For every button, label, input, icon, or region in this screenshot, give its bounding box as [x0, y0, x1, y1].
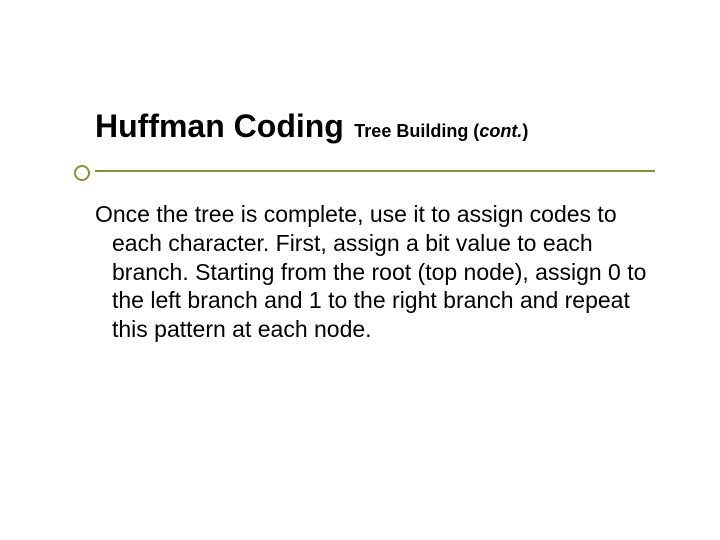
- body-paragraph: Once the tree is complete, use it to ass…: [95, 200, 662, 344]
- title-subtitle: Tree Building (: [354, 121, 479, 141]
- slide: Huffman Coding Tree Building (cont.) Onc…: [0, 0, 720, 540]
- title-main: Huffman Coding: [95, 108, 344, 144]
- title-close-paren: ): [522, 121, 528, 141]
- bullet-icon: [74, 165, 90, 181]
- title-underline: [95, 170, 655, 172]
- title-cont: cont.: [479, 121, 522, 141]
- slide-title: Huffman Coding Tree Building (cont.): [95, 108, 655, 145]
